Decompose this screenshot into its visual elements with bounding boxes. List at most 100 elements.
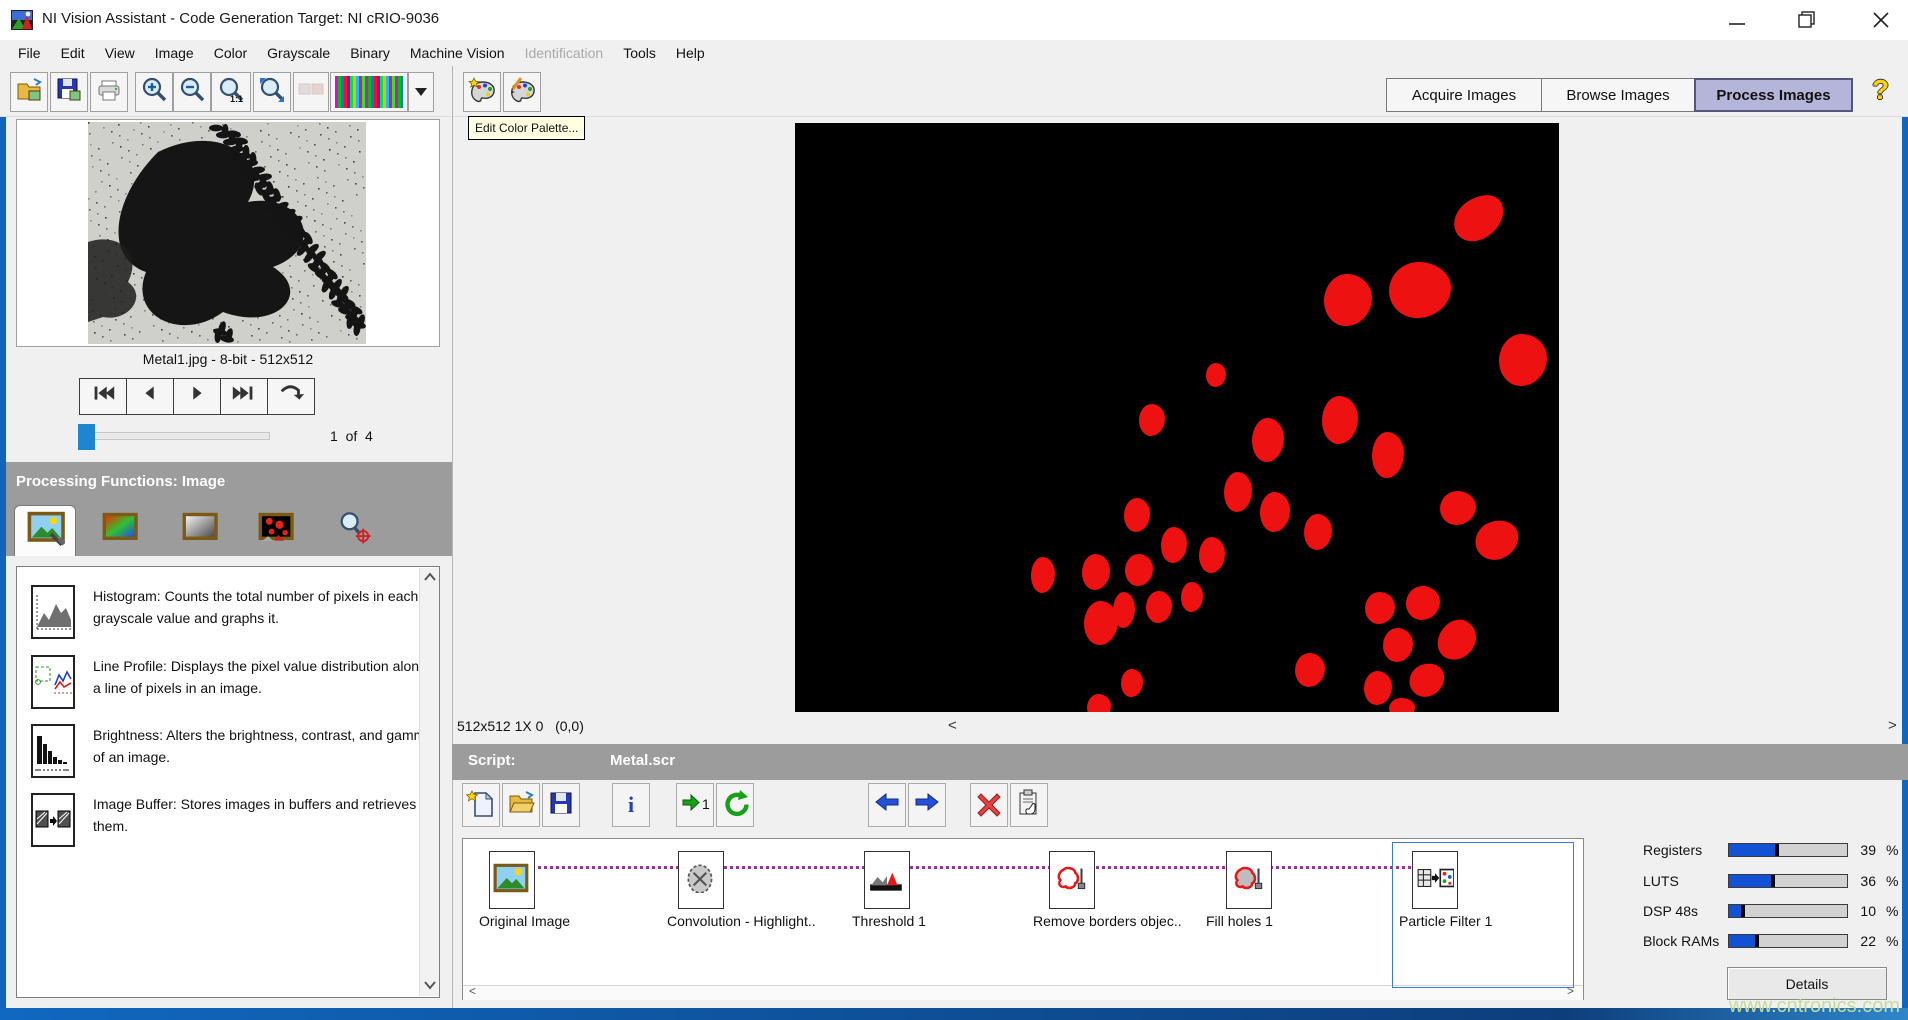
- minimize-button[interactable]: [1714, 4, 1760, 36]
- tab-grayscale[interactable]: [180, 512, 218, 546]
- new-palette-button[interactable]: [463, 72, 501, 112]
- particle-blob: [1224, 472, 1252, 512]
- step-fill-holes-1[interactable]: [1226, 851, 1272, 909]
- histogram-icon[interactable]: [31, 585, 75, 639]
- first-icon: [89, 380, 117, 413]
- image-thumbnail[interactable]: [88, 122, 366, 344]
- step-original-image[interactable]: [489, 851, 535, 909]
- help-icon[interactable]: ?: [1872, 74, 1889, 106]
- particle-blob: [1260, 492, 1290, 532]
- process-images-button[interactable]: Process Images: [1694, 78, 1853, 112]
- run-once-button[interactable]: 1: [676, 783, 714, 827]
- zoom-out-button[interactable]: [173, 72, 211, 112]
- tab-machine-vision[interactable]: [334, 512, 372, 546]
- new-script-button[interactable]: [462, 783, 500, 827]
- delete-step-button[interactable]: [970, 783, 1008, 827]
- function-item-line-profile[interactable]: Line Profile: Displays the pixel value d…: [93, 655, 438, 699]
- acquire-images-button[interactable]: Acquire Images: [1386, 78, 1542, 112]
- zoom-in-button[interactable]: [135, 72, 173, 112]
- line-profile-icon[interactable]: [31, 655, 75, 709]
- compare-button: [293, 72, 329, 112]
- step-label: Particle Filter 1: [1399, 913, 1492, 929]
- save-script-icon: [546, 788, 576, 823]
- scroll-up-icon[interactable]: [423, 572, 437, 582]
- step-particle-filter-icon: [1416, 863, 1454, 898]
- tab-image[interactable]: [14, 505, 76, 556]
- info-icon: i: [616, 788, 646, 823]
- panel-divider: [452, 66, 453, 1008]
- menu-color[interactable]: Color: [204, 42, 257, 64]
- image-nav-buttons: [80, 378, 315, 415]
- particle-blob: [1365, 592, 1395, 624]
- menu-file[interactable]: File: [8, 42, 51, 64]
- zoom-1-1-button[interactable]: 1:1: [211, 72, 251, 112]
- menu-grayscale[interactable]: Grayscale: [257, 42, 340, 64]
- meter-value: 39: [1846, 842, 1876, 858]
- close-button[interactable]: [1858, 4, 1904, 36]
- restore-button[interactable]: [1784, 4, 1830, 36]
- function-item-image-buffer[interactable]: Image Buffer: Stores images in buffers a…: [93, 793, 438, 837]
- forward-icon: [912, 788, 942, 823]
- particle-blob: [1389, 262, 1451, 318]
- function-item-brightness[interactable]: Brightness: Alters the brightness, contr…: [93, 724, 438, 768]
- info-button[interactable]: i: [612, 783, 650, 827]
- menu-view[interactable]: View: [95, 42, 145, 64]
- edit-palette-button[interactable]: [503, 72, 541, 112]
- brightness-icon[interactable]: [31, 724, 75, 778]
- save-script-button[interactable]: [542, 783, 580, 827]
- open-script-button[interactable]: [502, 783, 540, 827]
- image-slider-thumb[interactable]: [78, 424, 95, 450]
- next-button[interactable]: [173, 378, 221, 415]
- forward-button[interactable]: [908, 783, 946, 827]
- first-button[interactable]: [79, 378, 127, 415]
- print-button[interactable]: [90, 72, 128, 112]
- step-connector-line: [489, 866, 1447, 869]
- step-convolution-highlight-[interactable]: [678, 851, 724, 909]
- window-right-border: [1902, 55, 1908, 1020]
- zoom-fit-button[interactable]: [253, 72, 291, 112]
- image-buffer-icon[interactable]: [31, 793, 75, 847]
- save-image-button[interactable]: [50, 72, 88, 112]
- function-item-histogram[interactable]: Histogram: Counts the total number of pi…: [93, 585, 438, 629]
- step-particle-filter-1[interactable]: [1412, 851, 1458, 909]
- menu-tools[interactable]: Tools: [613, 42, 666, 64]
- menu-help[interactable]: Help: [666, 42, 715, 64]
- step-remove-borders-objec-[interactable]: [1049, 851, 1095, 909]
- menu-image[interactable]: Image: [145, 42, 204, 64]
- back-button[interactable]: [868, 783, 906, 827]
- strip-scroll-left-icon[interactable]: <: [469, 984, 476, 998]
- zoom-in-icon: [139, 75, 169, 110]
- palette-strip-button[interactable]: [330, 72, 408, 112]
- meter-tick: [1741, 905, 1745, 917]
- hscroll-right-icon[interactable]: >: [1888, 717, 1897, 734]
- return-button[interactable]: [267, 378, 315, 415]
- prev-button[interactable]: [126, 378, 174, 415]
- function-list: Histogram: Counts the total number of pi…: [16, 566, 440, 998]
- last-button[interactable]: [220, 378, 268, 415]
- menu-edit[interactable]: Edit: [51, 42, 95, 64]
- browse-images-button[interactable]: Browse Images: [1541, 78, 1695, 112]
- menu-bar: FileEditViewImageColorGrayscaleBinaryMac…: [0, 40, 1908, 66]
- script-steps-strip: < > Original ImageConvolution - Highligh…: [462, 838, 1584, 1000]
- return-icon: [277, 380, 305, 413]
- meter-bar: [1728, 874, 1848, 888]
- paste-button[interactable]: [1010, 783, 1048, 827]
- menu-machine-vision[interactable]: Machine Vision: [400, 42, 515, 64]
- zoom-1-1-icon: 1:1: [216, 75, 246, 110]
- prev-icon: [136, 380, 164, 413]
- image-slider-track[interactable]: [82, 432, 270, 440]
- hscroll-left-icon[interactable]: <: [948, 717, 957, 734]
- step-threshold-1[interactable]: [864, 851, 910, 909]
- particle-blob: [1470, 515, 1524, 566]
- scroll-down-icon[interactable]: [423, 980, 437, 990]
- menu-binary[interactable]: Binary: [340, 42, 400, 64]
- open-image-button[interactable]: [10, 72, 48, 112]
- meter-tick: [1775, 844, 1779, 856]
- image-display-canvas[interactable]: [795, 123, 1559, 712]
- run-button[interactable]: [716, 783, 754, 827]
- tab-color[interactable]: [100, 512, 138, 546]
- tab-binary[interactable]: [256, 512, 294, 546]
- dropdown-arrow-button[interactable]: [408, 72, 434, 112]
- tooltip: Edit Color Palette...: [468, 116, 585, 140]
- function-list-scrollbar[interactable]: [419, 568, 439, 996]
